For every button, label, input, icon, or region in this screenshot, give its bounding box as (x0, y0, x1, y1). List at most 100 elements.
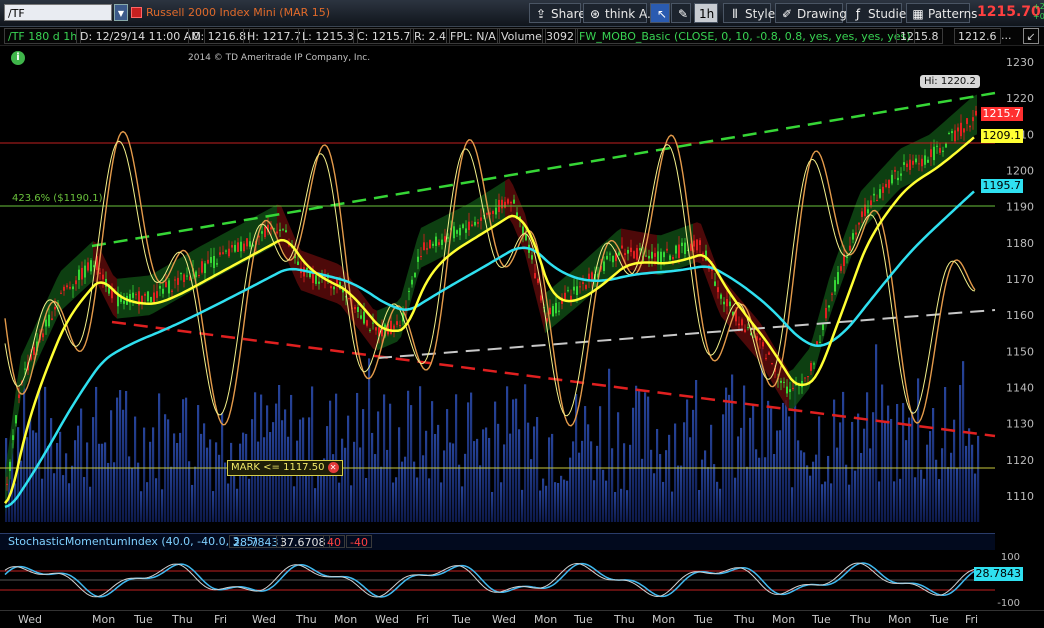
volume-bar (395, 477, 398, 522)
date-label: Wed (375, 613, 399, 626)
volume-bar (962, 361, 965, 522)
volume-bar (494, 401, 497, 522)
volume-bar (116, 397, 119, 522)
volume-bar (191, 484, 194, 522)
share-button[interactable]: ⇪ Share (529, 3, 586, 23)
volume-bar (83, 477, 86, 522)
volume-bar (860, 452, 863, 522)
volume-bar (530, 459, 533, 522)
studies-icon: ƒ (855, 7, 861, 21)
style-button[interactable]: ⫴ Style (723, 3, 775, 23)
candle-body (411, 279, 413, 285)
close-value: C: 1215.7 (353, 28, 415, 44)
volume-bar (245, 433, 248, 522)
price-tick-label: 1230 (1006, 56, 1034, 69)
studies-button[interactable]: ƒ Studies (846, 3, 913, 23)
think-icon: ⊛ (589, 7, 601, 21)
smi-study-label[interactable]: StochasticMomentumIndex (40.0, -40.0, 3,… (5, 535, 261, 548)
volume-bar (38, 388, 41, 522)
wrench-button[interactable]: ✎ (671, 3, 691, 23)
cyan-ema-label: 1195.7 (980, 179, 1023, 193)
volume-bar (566, 480, 569, 522)
volume-bar (344, 447, 347, 522)
candle-body (501, 199, 503, 209)
candle-body (621, 245, 623, 249)
close-icon[interactable]: ✕ (327, 462, 339, 473)
candle-body (165, 281, 167, 288)
candle-body (903, 162, 905, 165)
mark-label[interactable]: MARK <= 1117.50 ✕ (227, 460, 343, 476)
volume-bar (674, 423, 677, 522)
volume-bar (305, 469, 308, 522)
volume-bar (203, 423, 206, 522)
volume-bar (647, 396, 650, 522)
volume-bar (683, 422, 686, 522)
date-label: Fri (965, 613, 979, 626)
more-label[interactable]: ... (998, 28, 1015, 44)
volume-bar (902, 403, 905, 522)
volume-bar (461, 486, 464, 522)
volume-bar (455, 394, 458, 522)
candle-body (855, 232, 857, 235)
volume-bar (656, 428, 659, 522)
collapse-icon[interactable]: ↙ (1023, 28, 1039, 44)
candle-body (534, 273, 536, 279)
candle-body (648, 255, 650, 259)
volume-bar (626, 490, 629, 522)
volume-bar (839, 422, 842, 522)
symbol-dropdown-icon[interactable]: ▼ (114, 4, 128, 21)
volume-bar (95, 386, 98, 522)
volume-bar (125, 391, 128, 522)
drawings-button[interactable]: ✐ Drawings (775, 3, 853, 23)
volume-bar (785, 400, 788, 522)
candle-body (507, 199, 509, 204)
volume-bar (374, 454, 377, 522)
date-label: Wed (18, 613, 42, 626)
think-ai-button[interactable]: ⊛ think A.I. (583, 3, 658, 23)
volume-bar (782, 402, 785, 522)
candle-body (831, 293, 833, 295)
volume-bar (422, 455, 425, 522)
wrench-icon: ✎ (677, 7, 689, 21)
volume-bar (731, 374, 734, 522)
symbol-flag-icon[interactable] (131, 7, 142, 18)
band-segment (197, 245, 201, 288)
smi-panel[interactable] (0, 550, 1044, 610)
candle-body (111, 289, 113, 299)
candle-body (228, 248, 230, 257)
candle-body (540, 295, 542, 301)
price-chart[interactable]: 1230122012101200119011801170116011501140… (0, 46, 1044, 532)
candle-body (318, 281, 320, 284)
volume-bar (149, 441, 152, 522)
volume-bar (278, 384, 281, 522)
volume-bar (719, 488, 722, 522)
candle-body (966, 118, 968, 124)
volume-bar (287, 436, 290, 522)
candle-body (651, 251, 653, 259)
patterns-button[interactable]: ▦ Patterns (906, 3, 977, 23)
patterns-icon: ▦ (912, 7, 924, 21)
candle-body (954, 130, 956, 142)
candle-body (522, 226, 524, 234)
interval-button[interactable]: 1h (694, 3, 718, 23)
volume-bar (485, 427, 488, 522)
candle-body (438, 242, 440, 245)
candle-body (858, 222, 860, 225)
study-label[interactable]: FW_MOBO_Basic (CLOSE, 0, 10, -0.8, 0.8, … (575, 28, 915, 44)
info-icon[interactable]: i (11, 51, 25, 65)
volume-bar (365, 478, 368, 522)
volume-bar (569, 457, 572, 522)
candle-body (408, 290, 410, 292)
candle-body (225, 250, 227, 252)
symbol-input[interactable]: /TF (4, 4, 112, 21)
volume-bar (881, 384, 884, 522)
candle-body (627, 249, 629, 254)
candle-body (888, 179, 890, 189)
date-label: Thu (172, 613, 193, 626)
percent-change: +0 (1033, 12, 1044, 21)
date-label: Tue (452, 613, 471, 626)
crosshair-tool-button[interactable]: ↖ (650, 3, 670, 23)
candle-body (960, 122, 962, 137)
candle-body (174, 279, 176, 281)
candle-body (366, 320, 368, 326)
